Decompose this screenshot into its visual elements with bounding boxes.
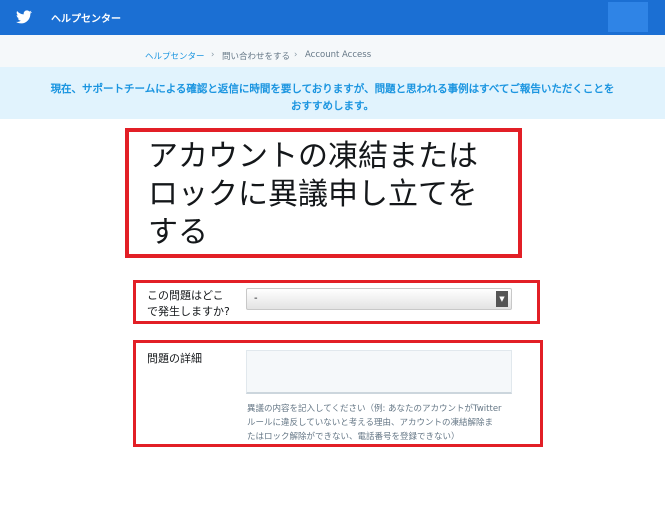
page-title-line: ロックに異議申し立てを <box>148 177 478 212</box>
details-help-text: 異議の内容を記入してください（例: あなたのアカウントがTwitter <box>247 404 502 414</box>
page-title-line: アカウントの凍結または <box>148 139 478 174</box>
location-label: この問題はどこ <box>147 289 224 302</box>
details-help-text: たはロック解除ができない、電話番号を登録できない） <box>247 432 460 442</box>
details-label: 問題の詳細 <box>147 352 202 365</box>
notice-text-line: おすすめします。 <box>291 100 374 112</box>
page-title-line: する <box>148 215 208 250</box>
breadcrumb-separator: › <box>211 50 215 60</box>
location-select-value: - <box>254 293 258 304</box>
breadcrumb-account-access: Account Access <box>305 50 372 60</box>
details-help-text: ルールに違反していないと考える理由、アカウントの凍結解除ま <box>247 418 493 428</box>
header-menu-button[interactable] <box>608 2 648 32</box>
details-textarea[interactable] <box>246 350 512 394</box>
breadcrumb-separator: › <box>294 50 298 60</box>
chevron-down-icon: ▼ <box>496 291 508 307</box>
notice-text-line: 現在、サポートチームによる確認と返信に時間を要しておりますが、問題と思われる事例… <box>50 83 615 95</box>
location-label: で発生しますか? <box>147 305 230 318</box>
help-center-title[interactable]: ヘルプセンター <box>51 10 121 25</box>
twitter-bird-icon[interactable] <box>16 9 32 24</box>
top-navigation-bar: ヘルプセンター <box>0 0 665 35</box>
location-select[interactable]: - ▼ <box>246 288 512 310</box>
notice-banner: 現在、サポートチームによる確認と返信に時間を要しておりますが、問題と思われる事例… <box>0 67 665 119</box>
breadcrumb-contact[interactable]: 問い合わせをする <box>222 50 290 62</box>
breadcrumb-help-center[interactable]: ヘルプセンター <box>145 50 205 62</box>
